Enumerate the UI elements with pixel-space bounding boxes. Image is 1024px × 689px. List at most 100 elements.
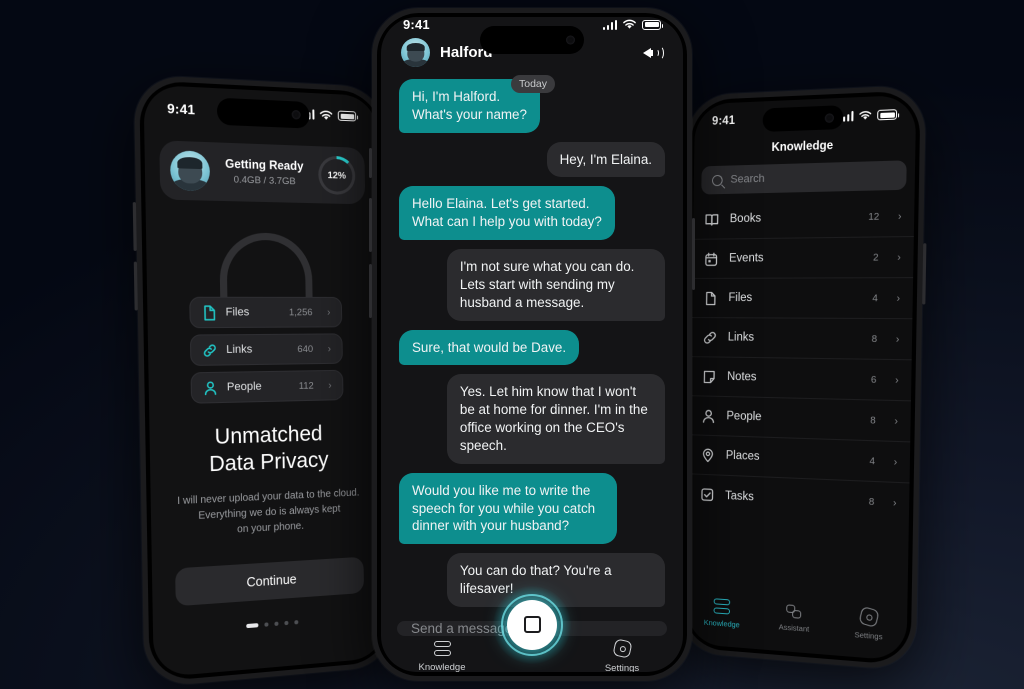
list-item-events[interactable]: Events 2 › <box>692 237 914 279</box>
item-count: 6 <box>871 374 877 386</box>
search-icon <box>712 174 723 185</box>
link-icon <box>703 330 718 345</box>
pager-dot-active[interactable] <box>246 623 258 628</box>
item-count: 4 <box>872 292 878 304</box>
list-item-links[interactable]: Links 8 › <box>691 318 913 360</box>
chevron-right-icon: › <box>893 497 897 509</box>
tab-assistant[interactable]: Assistant <box>767 603 822 635</box>
dynamic-island <box>480 26 584 54</box>
card-title: Getting Ready <box>220 158 309 173</box>
list-item-notes[interactable]: Notes 6 › <box>690 357 911 401</box>
book-icon <box>705 212 720 227</box>
list-item-files[interactable]: Files 4 › <box>692 278 914 319</box>
knowledge-icon <box>714 598 731 614</box>
message-bubble-bot: Would you like me to write the speech fo… <box>399 473 617 544</box>
screenshot-stage: 9:41 Getting Ready 0.4GB / 3.7GB 12% Fil… <box>0 0 1024 689</box>
padlock-illustration: Files 1,256 › Links 640 › People 112 › <box>146 216 382 407</box>
item-count: 8 <box>870 415 876 427</box>
tab-label: Assistant <box>779 622 810 634</box>
bottom-tab-bar: Knowledge Settings <box>381 636 683 672</box>
wifi-icon <box>858 110 872 121</box>
progress-label: 12% <box>328 169 347 181</box>
chevron-right-icon: › <box>897 292 901 304</box>
speaker-icon[interactable] <box>643 44 663 62</box>
pager-dot[interactable] <box>284 621 288 625</box>
volume-up-button[interactable] <box>369 198 372 252</box>
chevron-right-icon: › <box>894 456 898 468</box>
tab-settings[interactable]: Settings <box>591 640 653 672</box>
list-item-books[interactable]: Books 12 › <box>693 196 915 240</box>
pager-dot[interactable] <box>264 623 268 627</box>
search-input[interactable]: Search <box>701 160 907 194</box>
stop-icon <box>507 600 557 650</box>
continue-button[interactable]: Continue <box>175 557 364 607</box>
calendar-icon <box>704 251 719 266</box>
pager-dot[interactable] <box>274 622 278 626</box>
person-icon <box>203 380 218 396</box>
pill-links[interactable]: Links 640 › <box>190 333 343 366</box>
message-bubble-bot: Hello Elaina. Let's get started. What ca… <box>399 186 615 240</box>
avatar[interactable] <box>401 38 430 67</box>
tab-label: Settings <box>854 629 882 641</box>
volume-down-button[interactable] <box>134 262 138 311</box>
message-row: I'm not sure what you can do. Lets start… <box>399 249 665 320</box>
status-time: 9:41 <box>167 100 195 117</box>
tab-label: Knowledge <box>418 662 465 672</box>
status-bar: 9:41 <box>381 17 683 32</box>
search-placeholder: Search <box>730 173 764 186</box>
pager-dots <box>153 614 385 636</box>
signal-icon <box>603 20 618 30</box>
item-label: People <box>726 410 859 426</box>
card-text: Getting Ready 0.4GB / 3.7GB <box>220 158 309 188</box>
pill-label: Links <box>226 343 289 356</box>
stop-record-button[interactable] <box>493 586 571 664</box>
link-icon <box>202 342 217 358</box>
list-item-tasks[interactable]: Tasks 8 › <box>688 474 909 524</box>
item-count: 8 <box>872 333 878 345</box>
message-row: Sure, that would be Dave. <box>399 330 665 366</box>
pager-dot[interactable] <box>294 620 298 624</box>
page-title: Unmatched Data Privacy <box>149 419 383 480</box>
chevron-right-icon: › <box>328 380 331 391</box>
chevron-right-icon: › <box>894 415 898 427</box>
privacy-pill-list: Files 1,256 › Links 640 › People 112 › <box>189 297 343 404</box>
battery-icon <box>338 111 357 122</box>
status-icons <box>603 19 662 30</box>
item-label: Tasks <box>725 489 858 507</box>
progress-ring: 12% <box>318 155 356 195</box>
task-icon <box>700 487 715 503</box>
message-bubble-user: Hey, I'm Elaina. <box>547 142 665 178</box>
phone-screen: 9:41 Halford Today Hi, I'm Halford. What… <box>381 17 683 672</box>
chevron-right-icon: › <box>327 307 330 318</box>
power-button[interactable] <box>922 243 926 304</box>
mute-switch[interactable] <box>369 148 372 178</box>
gear-icon <box>858 605 879 627</box>
status-time: 9:41 <box>712 115 735 128</box>
message-bubble-user: Yes. Let him know that I won't be at hom… <box>447 374 665 463</box>
message-row: Hey, I'm Elaina. <box>399 142 665 178</box>
pill-count: 112 <box>299 380 314 392</box>
chevron-right-icon: › <box>898 210 902 222</box>
chevron-right-icon: › <box>896 333 900 345</box>
pill-files[interactable]: Files 1,256 › <box>189 297 342 328</box>
tab-knowledge[interactable]: Knowledge <box>411 641 473 672</box>
message-row: Hello Elaina. Let's get started. What ca… <box>399 186 665 240</box>
tab-label: Settings <box>605 663 639 672</box>
volume-down-button[interactable] <box>369 264 372 318</box>
day-separator: Today <box>511 75 555 93</box>
pill-count: 640 <box>297 343 313 354</box>
item-label: Links <box>728 331 861 345</box>
tab-knowledge[interactable]: Knowledge <box>696 597 749 630</box>
chevron-right-icon: › <box>897 251 901 263</box>
tab-settings[interactable]: Settings <box>841 606 897 642</box>
getting-ready-card[interactable]: Getting Ready 0.4GB / 3.7GB 12% <box>159 140 365 204</box>
item-label: Files <box>728 292 861 305</box>
power-button[interactable] <box>692 218 695 290</box>
item-label: Places <box>726 450 859 467</box>
volume-up-button[interactable] <box>133 202 137 251</box>
phone-right-knowledge-screen: 9:41 Knowledge Search Books 12 › Events … <box>677 85 926 672</box>
gear-icon <box>612 638 632 658</box>
pill-people[interactable]: People 112 › <box>191 370 344 404</box>
status-icons <box>838 109 897 122</box>
knowledge-icon <box>434 641 451 656</box>
